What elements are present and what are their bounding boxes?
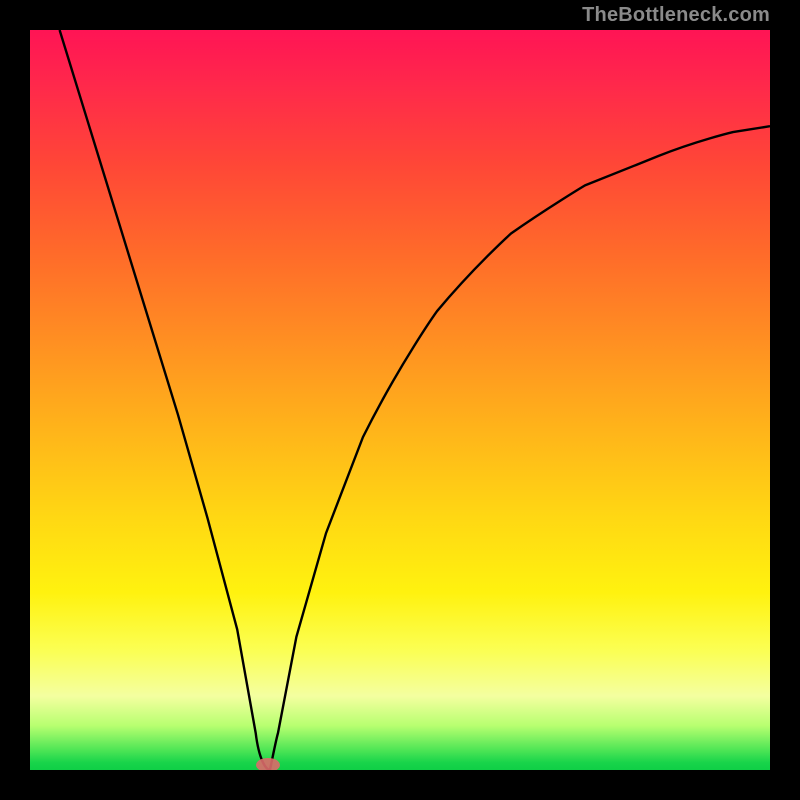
chart-frame: TheBottleneck.com xyxy=(0,0,800,800)
optimal-point-marker xyxy=(256,758,280,770)
curve-layer xyxy=(30,30,770,770)
watermark-text: TheBottleneck.com xyxy=(582,4,770,27)
plot-area xyxy=(30,30,770,770)
bottleneck-curve xyxy=(60,30,770,770)
